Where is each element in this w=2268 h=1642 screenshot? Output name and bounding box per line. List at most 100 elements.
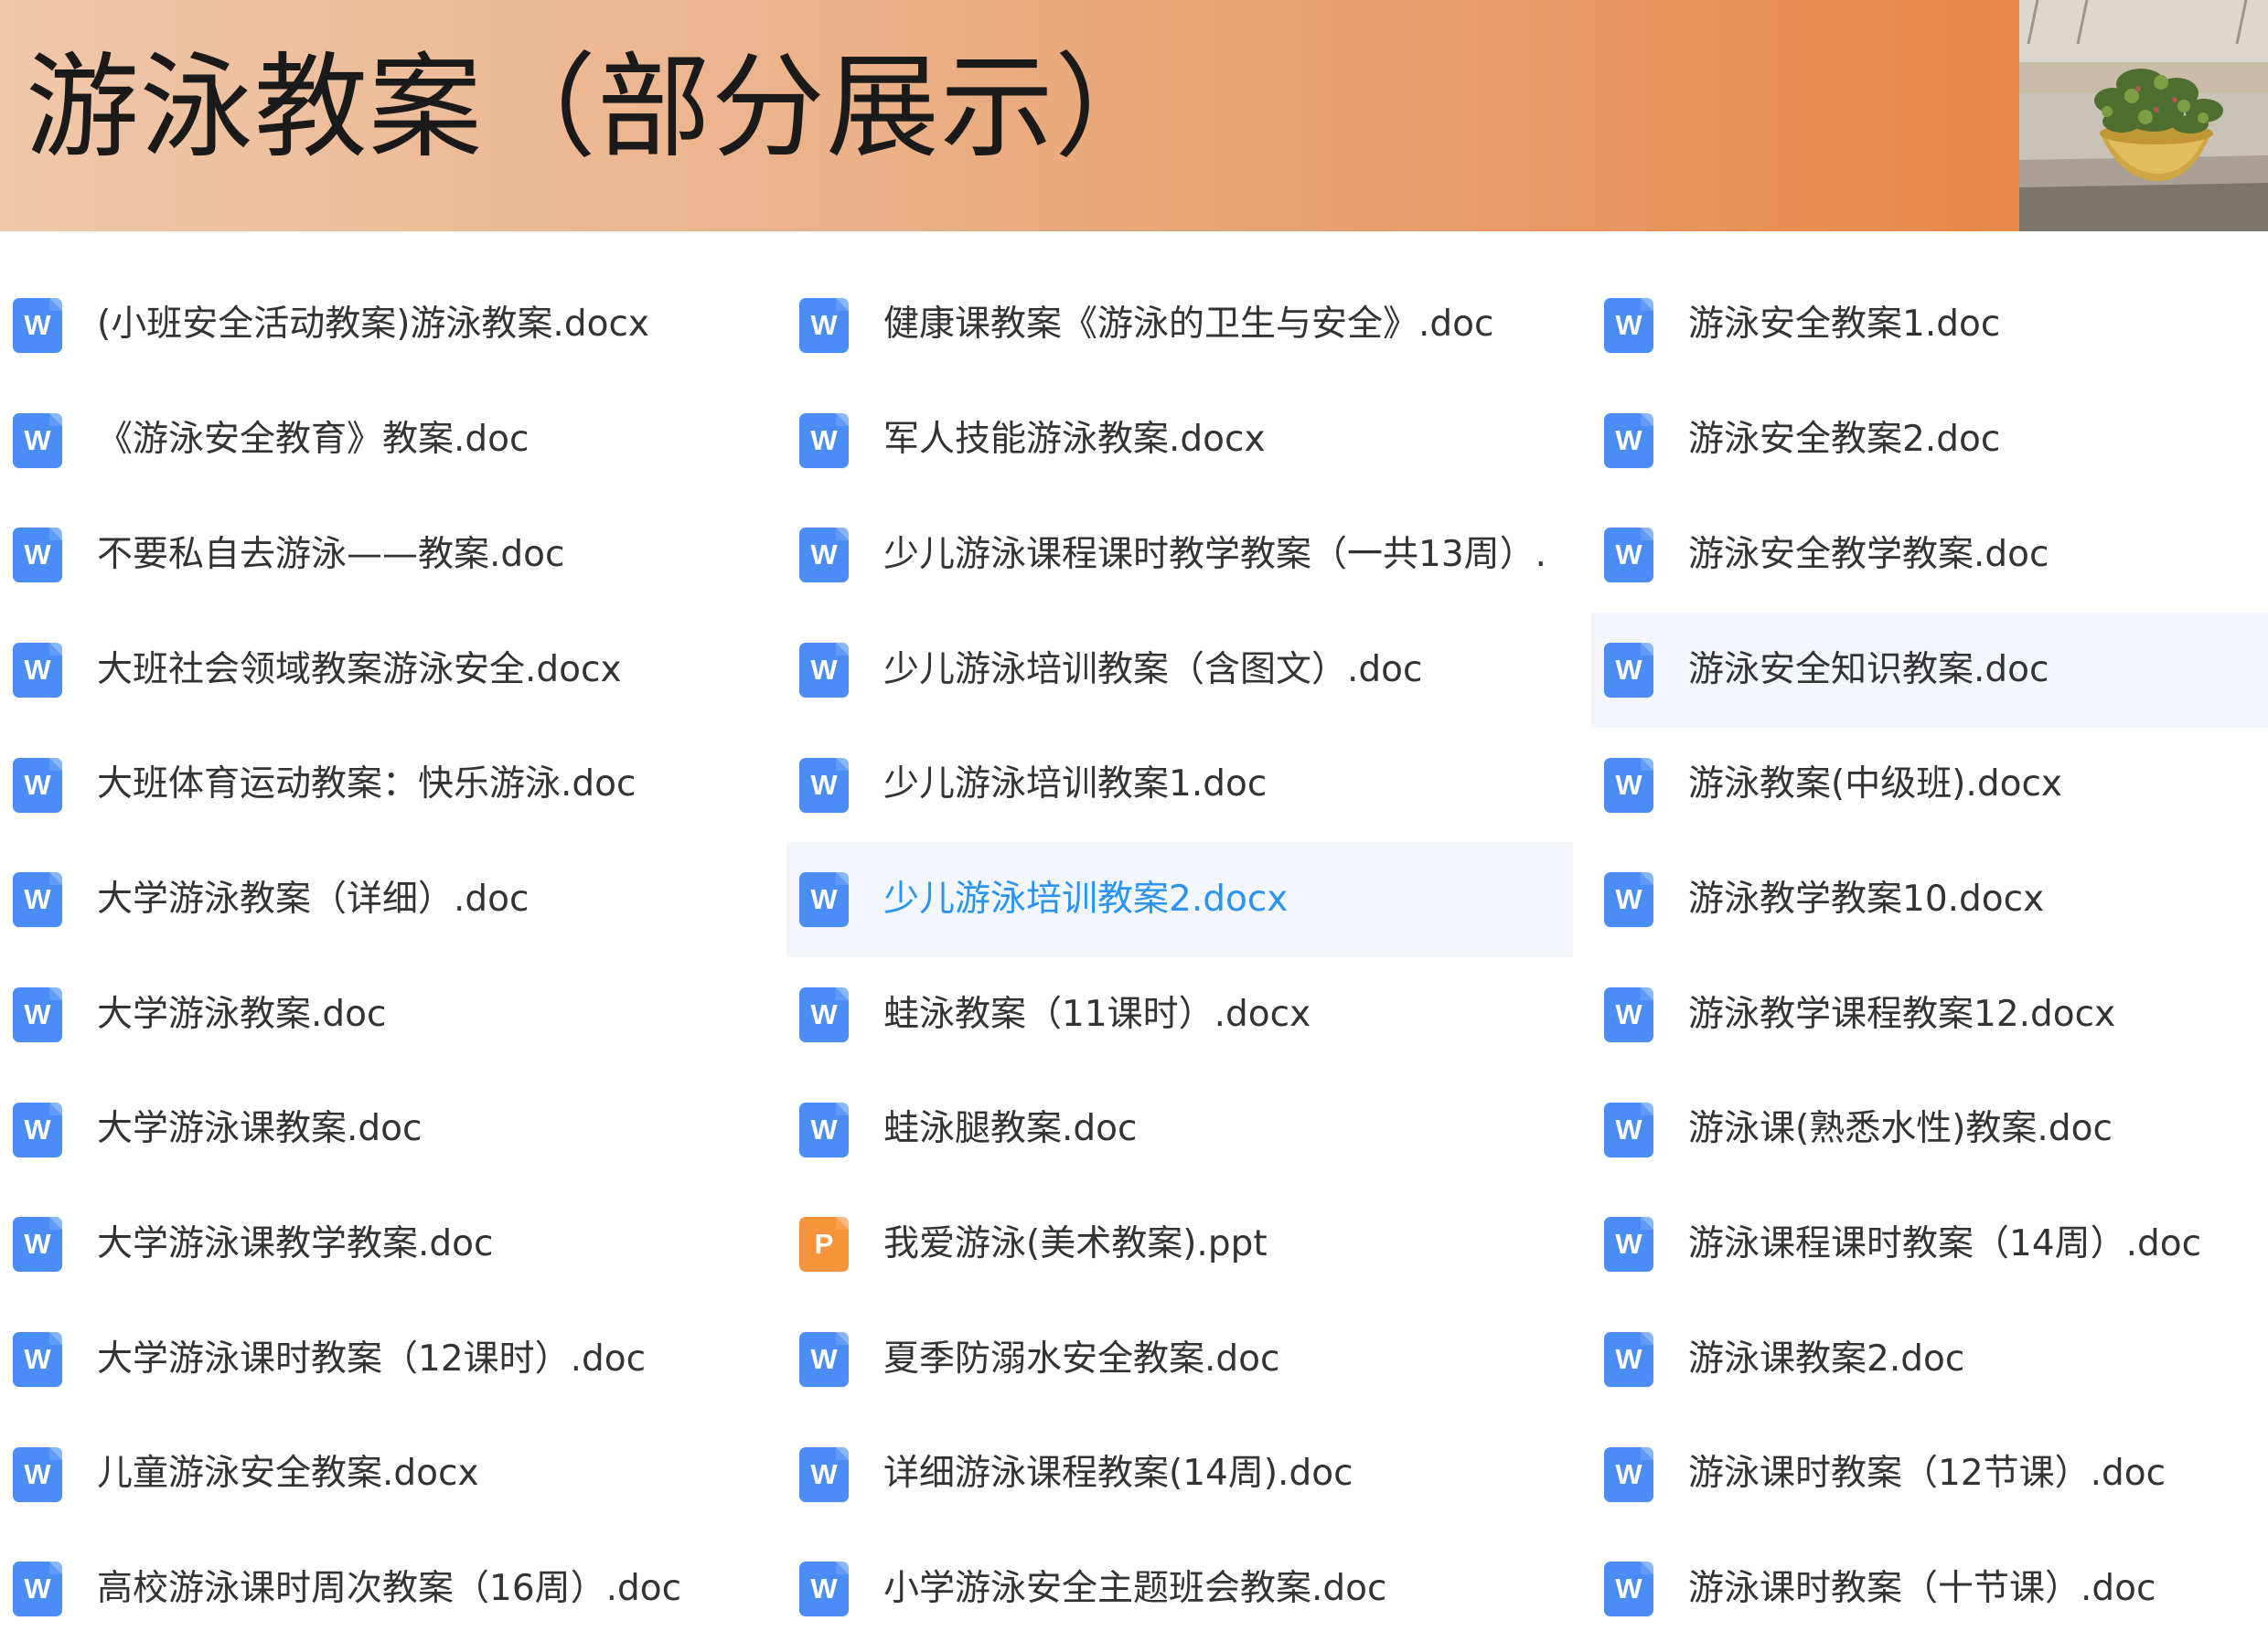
file-name: 大学游泳教案.doc <box>97 993 387 1035</box>
file-name: 少儿游泳课程课时教学教案（一共13周）. <box>883 533 1547 575</box>
list-item[interactable]: W 游泳课程课时教案（14周）.doc <box>1591 1188 2268 1303</box>
page-title: 游泳教案（部分展示） <box>26 42 1170 174</box>
list-item[interactable]: W 详细游泳课程教案(14周).doc <box>786 1417 1573 1532</box>
word-document-icon: W <box>799 1562 849 1617</box>
list-item[interactable]: W (小班安全活动教案)游泳教案.docx <box>0 268 786 383</box>
list-item[interactable]: W 蛙泳教案（11课时）.docx <box>786 957 1573 1072</box>
word-document-icon: W <box>1604 872 1653 928</box>
word-document-icon: W <box>799 1446 849 1502</box>
word-document-icon: W <box>13 986 62 1042</box>
word-document-icon: W <box>1604 528 1653 583</box>
file-name: 详细游泳课程教案(14周).doc <box>883 1453 1353 1495</box>
word-document-icon: W <box>13 297 62 353</box>
list-item[interactable]: W 不要私自去游泳——教案.doc <box>0 497 786 613</box>
list-item[interactable]: W 儿童游泳安全教案.docx <box>0 1417 786 1532</box>
file-column-3: W 游泳安全教案1.doc W 游泳安全教案2.doc W 游泳安全教学教案.d… <box>1591 268 2268 1642</box>
word-document-icon: W <box>13 1332 62 1388</box>
list-item[interactable]: W 少儿游泳培训教案（含图文）.doc <box>786 613 1573 728</box>
page: 游泳教案（部分展示） W (小班安全活动教案)游泳教案.docx W 《游泳安全… <box>0 0 2268 1642</box>
file-name: 游泳课时教案（12节课）.doc <box>1688 1453 2166 1495</box>
file-name: 不要私自去游泳——教案.doc <box>97 533 565 575</box>
file-name: 游泳安全教学教案.doc <box>1688 533 2049 575</box>
list-item-hovered[interactable]: W 游泳安全知识教案.doc <box>1591 613 2268 728</box>
file-name: 大学游泳课教案.doc <box>97 1108 423 1150</box>
word-document-icon: W <box>13 1562 62 1617</box>
list-item[interactable]: W 军人技能游泳教案.docx <box>786 383 1573 498</box>
file-name: 高校游泳课时周次教案（16周）.doc <box>97 1568 682 1609</box>
word-document-icon: W <box>1604 1102 1653 1157</box>
file-name: 游泳安全知识教案.doc <box>1688 648 2049 690</box>
word-document-icon: W <box>1604 757 1653 813</box>
list-item[interactable]: W 游泳安全教案2.doc <box>1591 383 2268 498</box>
list-item[interactable]: W 《游泳安全教育》教案.doc <box>0 383 786 498</box>
file-name: (小班安全活动教案)游泳教案.docx <box>97 304 649 346</box>
word-document-icon: W <box>799 1102 849 1157</box>
list-item[interactable]: W 小学游泳安全主题班会教案.doc <box>786 1532 1573 1642</box>
word-document-icon: W <box>1604 986 1653 1042</box>
word-document-icon: W <box>799 1332 849 1388</box>
word-document-icon: W <box>13 1446 62 1502</box>
list-item-selected[interactable]: W 少儿游泳培训教案2.docx <box>786 842 1573 958</box>
list-item[interactable]: W 大班体育运动教案：快乐游泳.doc <box>0 728 786 843</box>
list-item[interactable]: W 游泳安全教学教案.doc <box>1591 497 2268 613</box>
file-name: 少儿游泳培训教案1.doc <box>883 763 1268 805</box>
list-item[interactable]: W 夏季防溺水安全教案.doc <box>786 1302 1573 1417</box>
file-name: 少儿游泳培训教案2.docx <box>883 878 1289 920</box>
word-document-icon: W <box>1604 1332 1653 1388</box>
word-document-icon: W <box>1604 412 1653 468</box>
plant-photo-image <box>2019 0 2268 231</box>
list-item[interactable]: W 游泳教案(中级班).docx <box>1591 728 2268 843</box>
list-item[interactable]: W 大学游泳教案（详细）.doc <box>0 842 786 957</box>
file-name: 健康课教案《游泳的卫生与安全》.doc <box>883 304 1494 346</box>
word-document-icon: W <box>13 412 62 468</box>
list-item[interactable]: W 大班社会领域教案游泳安全.docx <box>0 613 786 728</box>
header-banner: 游泳教案（部分展示） <box>0 0 2268 231</box>
list-item[interactable]: W 游泳课时教案（十节课）.doc <box>1591 1532 2268 1642</box>
word-document-icon: W <box>799 872 849 928</box>
list-item[interactable]: W 少儿游泳培训教案1.doc <box>786 728 1573 843</box>
file-name: 游泳教学教案10.docx <box>1688 878 2045 920</box>
word-document-icon: W <box>799 412 849 468</box>
list-item[interactable]: P 我爱游泳(美术教案).ppt <box>786 1188 1573 1303</box>
file-name: 大班体育运动教案：快乐游泳.doc <box>97 763 637 805</box>
file-name: 蛙泳教案（11课时）.docx <box>883 993 1311 1035</box>
list-item[interactable]: W 大学游泳教案.doc <box>0 957 786 1072</box>
file-name: 《游泳安全教育》教案.doc <box>97 419 530 461</box>
file-list: W (小班安全活动教案)游泳教案.docx W 《游泳安全教育》教案.doc W… <box>0 231 2268 1642</box>
word-document-icon: W <box>799 757 849 813</box>
file-name: 游泳课(熟悉水性)教案.doc <box>1688 1108 2113 1150</box>
word-document-icon: W <box>1604 1446 1653 1502</box>
list-item[interactable]: W 游泳教学教案10.docx <box>1591 842 2268 957</box>
file-name: 儿童游泳安全教案.docx <box>97 1453 479 1495</box>
list-item[interactable]: W 游泳课时教案（12节课）.doc <box>1591 1417 2268 1532</box>
file-name: 少儿游泳培训教案（含图文）.doc <box>883 648 1423 690</box>
word-document-icon: W <box>13 1217 62 1273</box>
word-document-icon: W <box>13 528 62 583</box>
list-item[interactable]: W 大学游泳课教学教案.doc <box>0 1188 786 1303</box>
file-name: 小学游泳安全主题班会教案.doc <box>883 1568 1387 1609</box>
word-document-icon: W <box>13 757 62 813</box>
word-document-icon: W <box>1604 1562 1653 1617</box>
list-item[interactable]: W 游泳安全教案1.doc <box>1591 268 2268 383</box>
list-item[interactable]: W 游泳课教案2.doc <box>1591 1302 2268 1417</box>
file-name: 蛙泳腿教案.doc <box>883 1108 1138 1150</box>
file-name: 游泳教案(中级班).docx <box>1688 763 2062 805</box>
list-item[interactable]: W 健康课教案《游泳的卫生与安全》.doc <box>786 268 1573 383</box>
word-document-icon: W <box>1604 297 1653 353</box>
powerpoint-document-icon: P <box>799 1217 849 1273</box>
list-item[interactable]: W 少儿游泳课程课时教学教案（一共13周）. <box>786 497 1573 613</box>
list-item[interactable]: W 游泳教学课程教案12.docx <box>1591 957 2268 1072</box>
list-item[interactable]: W 大学游泳课教案.doc <box>0 1072 786 1188</box>
word-document-icon: W <box>1604 642 1653 698</box>
list-item[interactable]: W 游泳课(熟悉水性)教案.doc <box>1591 1072 2268 1188</box>
list-item[interactable]: W 高校游泳课时周次教案（16周）.doc <box>0 1532 786 1642</box>
file-name: 夏季防溺水安全教案.doc <box>883 1338 1280 1380</box>
file-name: 我爱游泳(美术教案).ppt <box>883 1222 1268 1264</box>
file-column-1: W (小班安全活动教案)游泳教案.docx W 《游泳安全教育》教案.doc W… <box>0 268 786 1642</box>
list-item[interactable]: W 大学游泳课时教案（12课时）.doc <box>0 1302 786 1417</box>
file-name: 游泳教学课程教案12.docx <box>1688 993 2116 1035</box>
list-item[interactable]: W 蛙泳腿教案.doc <box>786 1072 1573 1188</box>
file-name: 游泳课教案2.doc <box>1688 1338 1965 1380</box>
file-name: 游泳课程课时教案（14周）.doc <box>1688 1222 2202 1264</box>
word-document-icon: W <box>799 528 849 583</box>
